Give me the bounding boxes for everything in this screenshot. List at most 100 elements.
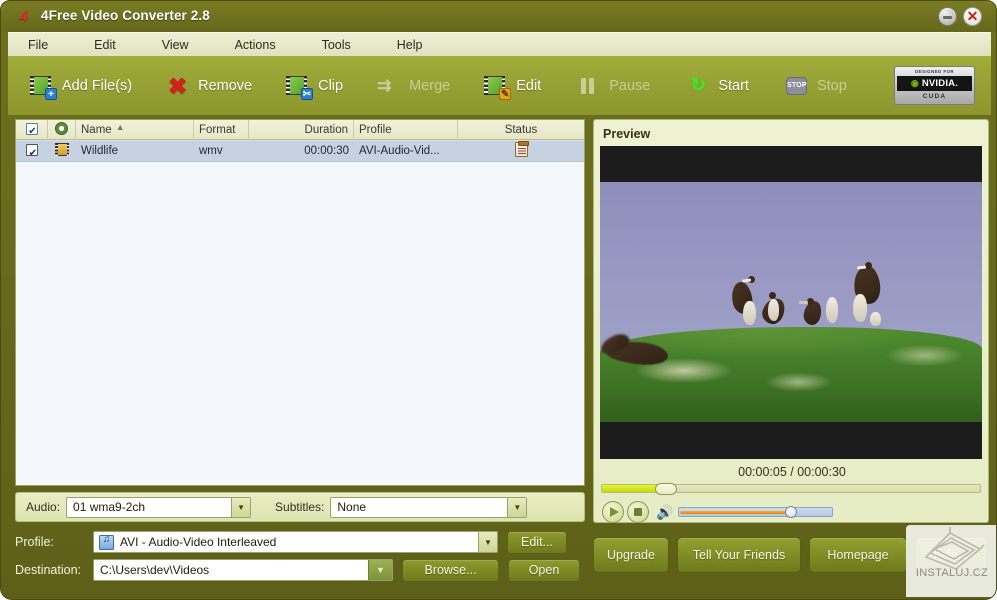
stop-button[interactable]: STOP Stop	[775, 64, 857, 108]
nvidia-brand-text: NVIDIA.	[922, 78, 958, 89]
start-label: Start	[718, 78, 749, 94]
file-list-header: Name ▲ Format Duration Profile Status	[16, 120, 584, 140]
edit-profile-button[interactable]: Edit...	[507, 531, 567, 554]
column-header-name-label: Name	[81, 124, 112, 136]
play-button[interactable]	[602, 501, 624, 523]
destination-input[interactable]: C:\Users\dev\Videos ▼	[93, 559, 393, 581]
menu-item-actions[interactable]: Actions	[225, 35, 286, 55]
add-files-button[interactable]: + Add File(s)	[20, 64, 142, 108]
audio-track-select[interactable]: 01 wma9-2ch ▼	[66, 497, 251, 518]
upgrade-button[interactable]: Upgrade	[593, 537, 669, 573]
column-header-duration[interactable]: Duration	[249, 120, 354, 140]
remove-button[interactable]: ✖ Remove	[156, 64, 262, 108]
playback-time-display: 00:00:05 / 00:00:30	[594, 465, 990, 479]
sort-ascending-icon: ▲	[116, 120, 125, 137]
destination-history-dropdown-icon[interactable]: ▼	[368, 560, 392, 580]
column-header-disc[interactable]	[48, 120, 76, 140]
menu-item-tools[interactable]: Tools	[312, 35, 361, 55]
bird-head	[807, 298, 814, 305]
row-profile: AVI-Audio-Vid...	[354, 140, 458, 162]
volume-slider[interactable]	[678, 507, 833, 517]
merge-button[interactable]: ⇉ Merge	[367, 64, 460, 108]
chevron-down-icon[interactable]: ▼	[507, 498, 526, 517]
seek-slider-thumb[interactable]	[655, 483, 677, 495]
preview-stop-button[interactable]	[627, 501, 649, 523]
add-files-label: Add File(s)	[62, 78, 132, 94]
speaker-icon[interactable]: 🔊	[656, 504, 674, 520]
close-button[interactable]: ✕	[963, 7, 982, 26]
minimize-button[interactable]	[938, 7, 957, 26]
menu-item-file[interactable]: File	[18, 35, 58, 55]
start-button[interactable]: ↻ Start	[676, 64, 759, 108]
clip-icon: ✂	[285, 74, 311, 98]
subtitles-select[interactable]: None ▼	[330, 497, 527, 518]
row-format: wmv	[194, 140, 249, 162]
video-grass	[600, 327, 982, 422]
nvidia-badge-brand: ◉ NVIDIA.	[897, 76, 972, 91]
pause-button[interactable]: Pause	[567, 64, 660, 108]
menu-bar: File Edit View Actions Tools Help	[8, 32, 991, 56]
bird-breast	[743, 301, 756, 325]
row-duration: 00:00:30	[249, 140, 354, 162]
stop-icon: STOP	[784, 74, 810, 98]
merge-label: Merge	[409, 78, 450, 94]
edit-button[interactable]: ✎ Edit	[474, 64, 551, 108]
help-button[interactable]: help...	[915, 537, 987, 573]
select-all-checkbox-icon[interactable]	[26, 123, 38, 135]
open-button[interactable]: Open	[508, 559, 580, 582]
edit-label: Edit	[516, 78, 541, 94]
column-header-profile[interactable]: Profile	[354, 120, 458, 140]
nvidia-badge-top: DESIGNED FOR	[897, 69, 972, 75]
clip-label: Clip	[318, 78, 343, 94]
destination-label: Destination:	[15, 563, 93, 577]
audio-label: Audio:	[26, 500, 60, 514]
bird-breast	[853, 294, 867, 322]
menu-item-edit[interactable]: Edit	[84, 35, 126, 55]
browse-button[interactable]: Browse...	[402, 559, 499, 582]
row-checkbox-icon[interactable]	[26, 144, 38, 156]
volume-slider-thumb[interactable]	[785, 506, 797, 518]
window-title: 4Free Video Converter 2.8	[41, 8, 210, 23]
row-media-icon-cell	[48, 140, 76, 162]
file-list-rows: Wildlife wmv 00:00:30 AVI-Audio-Vid...	[16, 140, 584, 485]
bird-head	[769, 292, 776, 299]
nvidia-cuda-badge: DESIGNED FOR ◉ NVIDIA. CUDA	[894, 66, 975, 105]
menu-item-help[interactable]: Help	[387, 35, 433, 55]
subtitles-value: None	[331, 498, 526, 517]
clip-button[interactable]: ✂ Clip	[276, 64, 353, 108]
profile-select[interactable]: AVI - Audio-Video Interleaved ▼	[93, 531, 498, 553]
destination-row: Destination: C:\Users\dev\Videos ▼ Brows…	[15, 557, 585, 583]
add-files-icon: +	[29, 74, 55, 98]
column-header-checkbox[interactable]	[16, 120, 48, 140]
audio-subtitles-bar: Audio: 01 wma9-2ch ▼ Subtitles: None ▼	[15, 492, 585, 522]
seek-slider[interactable]	[601, 484, 981, 493]
column-header-format[interactable]: Format	[194, 120, 249, 140]
remove-label: Remove	[198, 78, 252, 94]
title-bar: 4 4Free Video Converter 2.8 ✕	[1, 1, 997, 32]
homepage-button[interactable]: Homepage	[809, 537, 907, 573]
column-header-status[interactable]: Status	[458, 120, 584, 140]
row-checkbox-cell[interactable]	[16, 140, 48, 162]
menu-item-view[interactable]: View	[152, 35, 199, 55]
volume-fill	[680, 511, 792, 514]
tell-your-friends-button[interactable]: Tell Your Friends	[677, 537, 801, 573]
video-preview-frame[interactable]	[600, 146, 982, 459]
film-strip-icon	[55, 143, 69, 156]
column-header-name[interactable]: Name ▲	[76, 120, 194, 140]
profile-value: AVI - Audio-Video Interleaved	[120, 533, 497, 552]
destination-value: C:\Users\dev\Videos	[94, 560, 392, 580]
chevron-down-icon[interactable]: ▼	[478, 532, 497, 552]
bird-breast	[870, 312, 881, 326]
nvidia-badge-bottom: CUDA	[897, 92, 972, 101]
chevron-down-icon[interactable]: ▼	[231, 498, 250, 517]
close-icon: ✕	[964, 7, 981, 26]
remove-icon: ✖	[165, 74, 191, 98]
application-window: 4 4Free Video Converter 2.8 ✕ File Edit …	[0, 0, 997, 600]
row-status-cell[interactable]	[458, 140, 584, 162]
clipboard-status-icon	[515, 142, 528, 157]
avi-profile-icon	[99, 535, 114, 550]
bird-beak	[799, 301, 808, 304]
pause-label: Pause	[609, 78, 650, 94]
table-row[interactable]: Wildlife wmv 00:00:30 AVI-Audio-Vid...	[16, 140, 584, 162]
preview-title: Preview	[603, 127, 650, 141]
